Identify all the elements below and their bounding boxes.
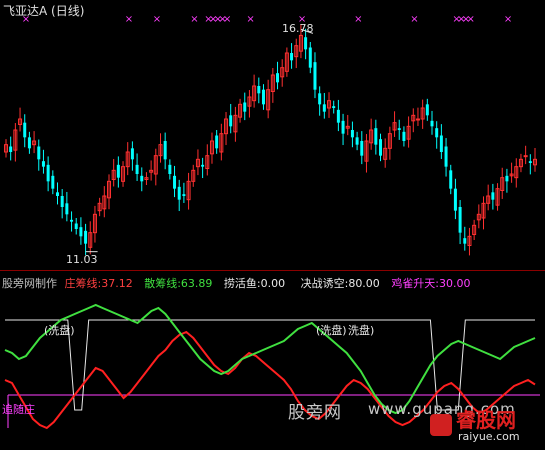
candle-body: [355, 137, 359, 145]
logo-text: 睿股网: [456, 408, 516, 432]
legend-san: 散筹线:63.89: [144, 277, 213, 290]
candle-body: [79, 227, 83, 237]
candle-body: [9, 146, 13, 152]
candle-body: [415, 118, 420, 121]
logo-url: raiyue.com: [458, 430, 520, 443]
top-marker: ×: [410, 14, 418, 25]
top-marker: ×: [504, 14, 512, 25]
candle-body: [444, 146, 448, 167]
indicator-legend: 股旁网制作 庄筹线:37.12 散筹线:63.89 捞活鱼:0.00 决战诱空:…: [2, 275, 471, 291]
candle-body: [332, 106, 336, 108]
candle-body: [397, 128, 401, 130]
top-marker: ×: [190, 14, 198, 25]
candle-body: [60, 196, 64, 207]
top-marker: ×: [354, 14, 362, 25]
candle-body: [215, 135, 219, 149]
candle-body: [140, 175, 144, 182]
candle-body: [528, 161, 532, 163]
candle-body: [65, 203, 69, 215]
candle-body: [46, 164, 50, 182]
candle-body: [276, 73, 280, 83]
candle-body: [84, 230, 88, 244]
candle-body: [453, 188, 457, 211]
top-marker: ×: [246, 14, 254, 25]
wash-label-left: (洗盘): [44, 324, 75, 337]
candle-body: [41, 161, 45, 167]
candle-body: [163, 141, 167, 160]
candle-body: [304, 37, 308, 50]
candle-body: [318, 93, 322, 105]
candle-body: [360, 141, 364, 156]
candle-body: [55, 192, 59, 196]
candle-body: [491, 192, 495, 200]
follow-zhuang-label: 追随庄: [2, 403, 35, 416]
candle-body: [23, 122, 27, 138]
candle-body: [173, 175, 177, 189]
candle-body: [322, 104, 326, 112]
candle-body: [379, 139, 383, 156]
candle-body: [243, 102, 247, 112]
candle-body: [449, 170, 453, 189]
candle-body: [336, 109, 340, 123]
candle-body: [341, 120, 345, 134]
candle-body: [229, 115, 233, 127]
top-marker: ×: [223, 14, 231, 25]
candle-body: [70, 219, 74, 222]
candle-body: [439, 135, 443, 152]
candle-body: [402, 131, 406, 141]
top-marker: ×: [153, 14, 161, 25]
candle-body: [290, 53, 294, 61]
chart-title: 飞亚达A (日线): [3, 4, 85, 18]
candle-body: [435, 128, 439, 138]
candle-body: [116, 164, 120, 178]
candle-body: [523, 155, 528, 158]
candle-body: [313, 62, 317, 90]
wash-label-mid: (洗盘): [316, 324, 347, 337]
candle-body: [374, 128, 378, 145]
candle-body: [430, 120, 434, 127]
wash-label-right: 洗盘): [348, 324, 375, 337]
legend-maker: 股旁网制作: [2, 277, 57, 290]
candle-body: [168, 164, 172, 174]
candle-body: [37, 146, 41, 160]
top-marker: ×: [125, 14, 133, 25]
price-panel: × × × × × × × × × × × × × × × × × × 飞亚达A (日线) 16.78 11.03: [0, 0, 545, 270]
candle-body: [350, 130, 354, 138]
white-line: [5, 319, 535, 411]
top-marker: ×: [466, 14, 474, 25]
legend-zhuang: 庄筹线:37.12: [64, 277, 133, 290]
candle-body: [51, 175, 55, 189]
candle-body: [425, 104, 429, 116]
logo-icon: [430, 414, 452, 436]
candle-body: [182, 194, 186, 196]
legend-juezhan: 决战诱空:80.00: [300, 277, 380, 290]
candle-body: [463, 238, 467, 244]
candle-body: [261, 89, 265, 105]
candle-body: [27, 137, 31, 149]
green-line: [4, 303, 536, 415]
candle-body: [177, 186, 181, 200]
candle-body: [135, 164, 139, 174]
price-chart: × × × × ××××× × × × × ×××× ×: [4, 14, 537, 256]
watermark-site-name: 股旁网: [288, 403, 342, 423]
low-price-label: 11.03: [66, 253, 98, 266]
legend-laohuoyu: 捞活鱼:0.00: [223, 277, 286, 290]
candle-body: [505, 175, 509, 182]
candle-body: [257, 86, 261, 94]
high-price-label: 16.78: [282, 22, 314, 35]
candle-body: [130, 148, 134, 160]
candle-body: [458, 207, 462, 233]
candle-body: [201, 164, 205, 167]
candle-body: [308, 47, 312, 68]
legend-queque: 鸡雀升天:30.00: [391, 277, 471, 290]
candle-body: [74, 223, 78, 229]
